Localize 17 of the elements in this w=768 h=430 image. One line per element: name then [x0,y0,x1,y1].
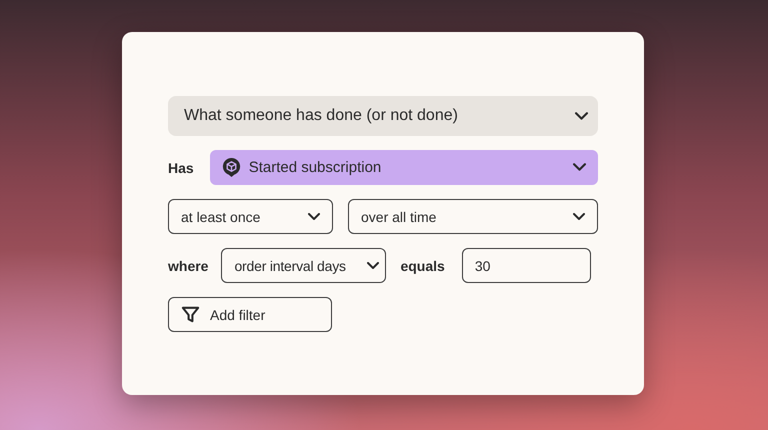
filter-icon [181,305,200,324]
value-field[interactable]: 30 [462,248,591,283]
chevron-down-icon [367,262,380,270]
chevron-down-icon [308,212,320,220]
add-filter-button[interactable]: Add filter [168,297,332,332]
chevron-down-icon [572,163,586,172]
cube-pin-icon [222,157,241,178]
chevron-down-icon [573,212,585,220]
event-dropdown[interactable]: Started subscription [210,150,598,185]
chevron-down-icon [575,112,588,120]
condition-dropdown[interactable]: What someone has done (or not done) [168,96,598,136]
frequency-dropdown[interactable]: at least once [168,199,333,234]
has-label: Has [168,160,194,176]
operator-label: equals [400,258,445,274]
property-dropdown[interactable]: order interval days [221,248,386,283]
timeframe-dropdown[interactable]: over all time [348,199,598,234]
where-label: where [168,258,208,274]
